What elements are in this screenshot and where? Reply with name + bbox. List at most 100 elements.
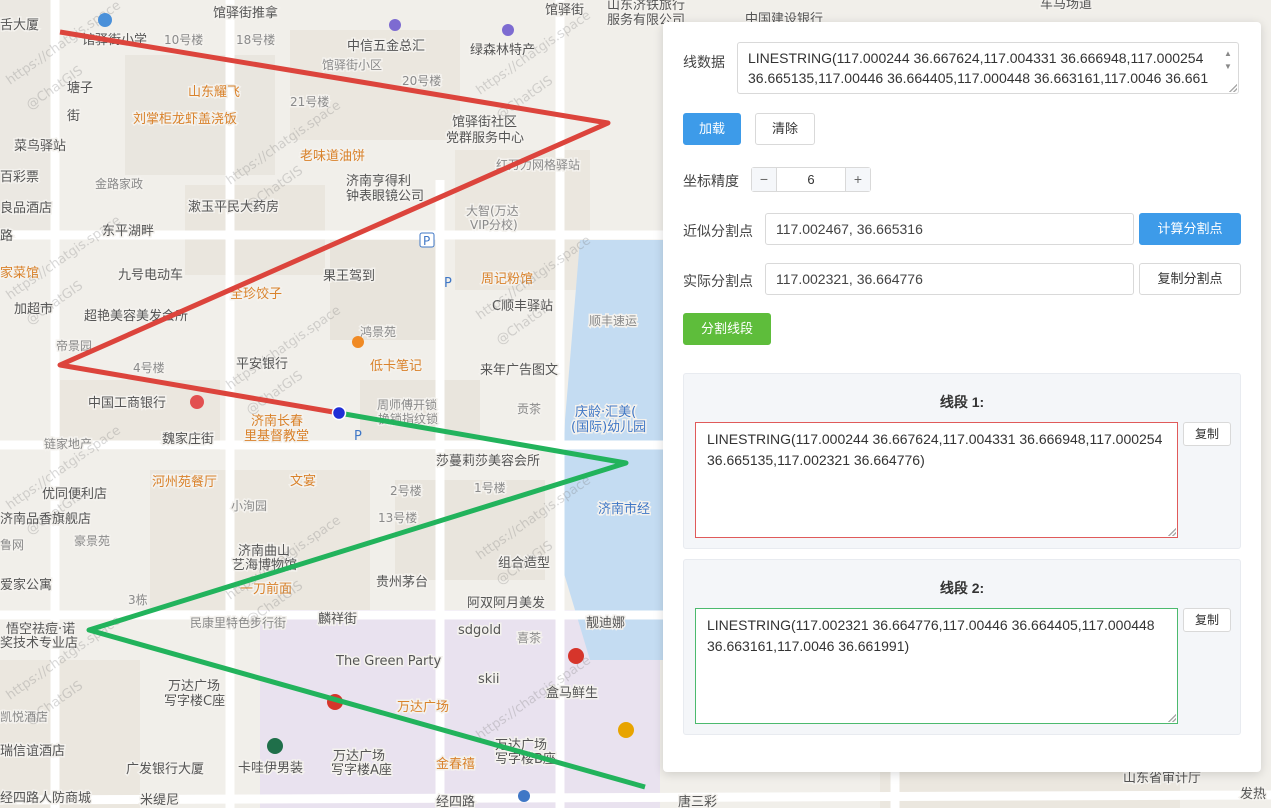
map-place-label: 馆驿街小区 <box>322 57 382 72</box>
bus-icon <box>518 790 530 802</box>
map-place-label: skii <box>478 672 500 687</box>
segment-1-textarea[interactable]: LINESTRING(117.000244 36.667624,117.0043… <box>695 422 1178 538</box>
map-place-label: 刘掌柜龙虾盖浇饭 <box>133 112 237 127</box>
map-place-label: 菜鸟驿站 <box>14 138 66 154</box>
segment-2-title: 线段 2: <box>939 580 985 596</box>
map-place-label: 麟祥街 <box>318 611 357 627</box>
map-place-label: 豪景苑 <box>74 533 110 548</box>
map-place-label: 经四路人防商城 <box>0 790 91 806</box>
map-place-label: (国际)幼儿园 <box>571 420 646 435</box>
actual-split-input[interactable]: 117.002321, 36.664776 <box>765 263 1134 295</box>
resize-handle-icon[interactable] <box>1168 714 1176 722</box>
map-place-label: 济南市经 <box>598 501 650 517</box>
map-place-label: 卡哇伊男装 <box>238 761 303 776</box>
map-place-label: 山东济铁旅行 <box>607 0 685 13</box>
precision-stepper[interactable]: − 6 + <box>751 167 871 192</box>
map-place-label: 18号楼 <box>236 32 275 47</box>
map-place-label: 万达广场 <box>168 679 220 694</box>
segment-2-textarea[interactable]: LINESTRING(117.002321 36.664776,117.0044… <box>695 608 1178 724</box>
map-place-label: 济南亨得利 <box>346 173 411 189</box>
resize-handle-icon[interactable] <box>1229 84 1237 92</box>
map-place-label: 路 <box>0 228 13 244</box>
map-place-label: 金春禧 <box>436 756 475 772</box>
load-button[interactable]: 加载 <box>683 113 741 145</box>
shop-icon <box>502 24 514 36</box>
clear-button[interactable]: 清除 <box>755 113 815 145</box>
calc-split-button[interactable]: 计算分割点 <box>1139 213 1241 245</box>
map-place-label: 瑞信谊酒店 <box>0 744 65 759</box>
map-place-label: 果王驾到 <box>323 269 375 284</box>
segment-2-card: 线段 2: LINESTRING(117.002321 36.664776,11… <box>683 559 1241 735</box>
decrement-button[interactable]: − <box>752 168 776 191</box>
segment-1-title: 线段 1: <box>939 394 985 410</box>
map-place-label: The Green Party <box>335 654 441 669</box>
map-place-label: 低卡笔记 <box>370 358 422 374</box>
map-place-label: 九号电动车 <box>118 267 183 283</box>
map-place-label: 贡茶 <box>517 401 541 416</box>
mcdonalds-icon <box>618 722 634 738</box>
map-place-label: 钟表眼镜公司 <box>346 188 424 204</box>
map-place-label: 里基督教堂 <box>244 428 309 444</box>
map-place-label: 写字楼A座 <box>331 763 392 778</box>
starbucks-icon <box>267 738 283 754</box>
map-place-label: 河州苑餐厅 <box>152 474 217 490</box>
map-place-label: 1号楼 <box>474 480 506 495</box>
map-place-label: 小洵园 <box>231 499 267 513</box>
map-place-label: 老味道油饼 <box>300 149 365 164</box>
segment-2-copy-button[interactable]: 复制 <box>1183 608 1231 632</box>
map-place-label: 3栋 <box>128 592 148 607</box>
map-place-label: 鸿景苑 <box>360 325 396 339</box>
map-place-label: 10号楼 <box>164 32 203 47</box>
map-place-label: 4号楼 <box>133 360 165 375</box>
line-data-label: 线数据 <box>683 54 725 70</box>
resize-handle-icon[interactable] <box>1168 528 1176 536</box>
map-place-label: sdgold <box>458 623 501 638</box>
bank-icon <box>190 395 204 409</box>
map-place-label: 良品酒店 <box>0 200 52 216</box>
copy-split-button[interactable]: 复制分割点 <box>1139 263 1241 295</box>
approx-split-input[interactable]: 117.002467, 36.665316 <box>765 213 1134 245</box>
school-icon <box>98 13 112 27</box>
map-place-label: 民康里特色步行街 <box>190 615 286 630</box>
precision-value[interactable]: 6 <box>776 168 846 191</box>
map-place-label: 悟空祛痘·诺 <box>6 621 75 637</box>
map-place-label: 百彩票 <box>0 170 39 185</box>
line-data-textarea[interactable]: LINESTRING(117.000244 36.667624,117.0043… <box>737 42 1239 94</box>
parking-icon: P <box>444 276 452 291</box>
map-place-label: 靓迪娜 <box>586 616 625 631</box>
map-place-label: 车马场道 <box>1040 0 1092 12</box>
map-place-label: 阿双阿月美发 <box>467 595 545 611</box>
map-place-label: 写字楼C座 <box>164 694 225 709</box>
map-place-label: 济南长春 <box>251 413 303 429</box>
map-place-label: 万达广场 <box>333 749 385 764</box>
map-place-label: 魏家庄街 <box>162 431 214 447</box>
textarea-scrollbar[interactable]: ▲ ▼ <box>1222 47 1234 73</box>
segment-1-copy-button[interactable]: 复制 <box>1183 422 1231 446</box>
split-line-button[interactable]: 分割线段 <box>683 313 771 345</box>
map-place-label: 中信五金总汇 <box>347 38 425 54</box>
map-place-label: 周师傅开锁 <box>377 397 437 412</box>
map-place-label: VIP分校) <box>470 217 518 232</box>
map-place-label: 馆驿街推拿 <box>213 5 278 21</box>
split-point-marker[interactable] <box>331 405 347 421</box>
map-place-label: 山东耀飞 <box>188 85 240 100</box>
map-place-label: 顺丰速运 <box>589 314 637 328</box>
kfc-icon <box>568 648 584 664</box>
map-place-label: 13号楼 <box>378 510 417 525</box>
parking-icon: P <box>354 429 362 444</box>
map-place-label: 庆龄·汇美( <box>575 405 636 420</box>
map-place-label: 唐三彩 <box>678 794 717 808</box>
map-place-label: 来年广告图文 <box>480 363 558 378</box>
map-place-label: 2号楼 <box>390 483 422 498</box>
segment-2-text: LINESTRING(117.002321 36.664776,117.0044… <box>707 617 1155 654</box>
map-place-label: 莎蔓莉莎美容会所 <box>436 453 540 469</box>
map-place-label: 大智(万达 <box>466 203 519 218</box>
parking-icon: P <box>423 234 430 248</box>
map-place-label: 广发银行大厦 <box>126 761 204 777</box>
increment-button[interactable]: + <box>846 168 870 191</box>
approx-split-label: 近似分割点 <box>683 223 753 239</box>
shop-icon <box>389 19 401 31</box>
map-place-label: 舌大厦 <box>0 18 39 33</box>
split-line-panel: 线数据 LINESTRING(117.000244 36.667624,117.… <box>663 22 1261 772</box>
map-place-label: 金路家政 <box>95 176 143 191</box>
